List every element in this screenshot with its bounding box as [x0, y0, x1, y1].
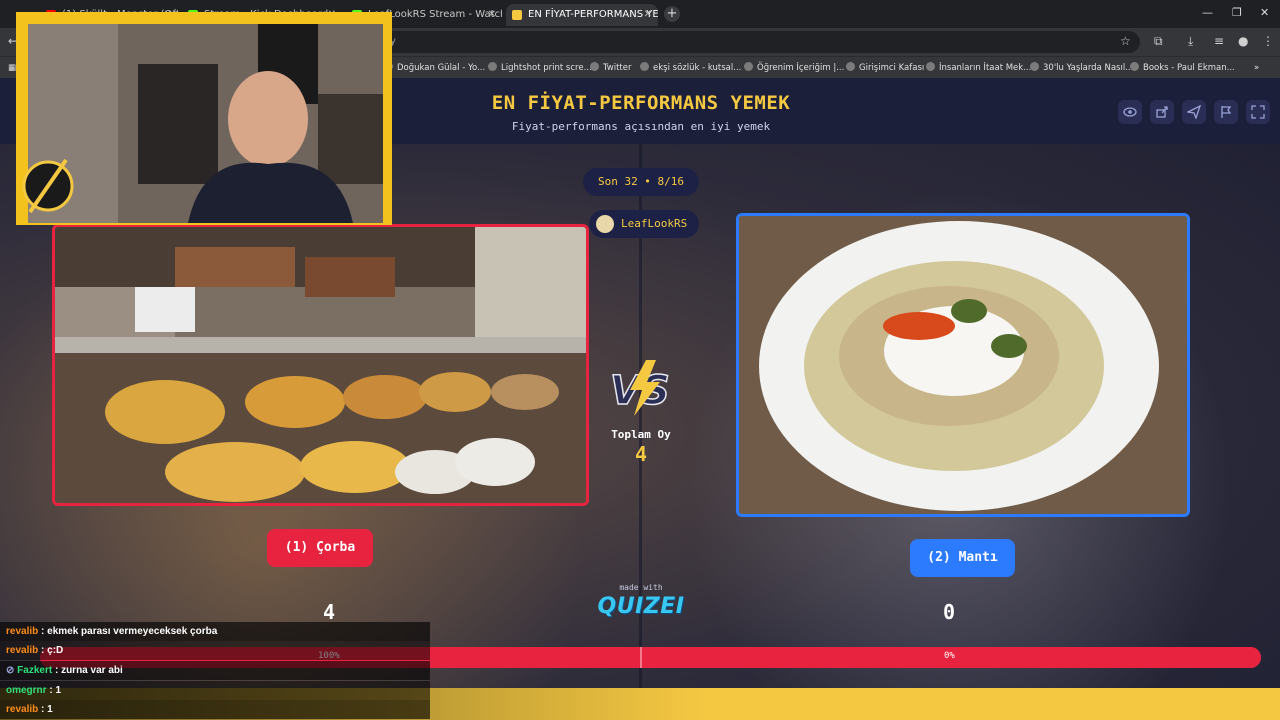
chat-message: omegrnr : 1: [0, 681, 430, 700]
quizei-logo[interactable]: QUIZEI: [590, 594, 692, 619]
bookmark-item[interactable]: Girişimci Kafası: [846, 60, 924, 76]
tab-label: EN FİYAT-PERFORMANS YEMEK: [528, 9, 658, 20]
option-right-image[interactable]: [736, 213, 1190, 517]
bookmark-icon: [640, 62, 649, 71]
close-window-icon[interactable]: ✕: [1260, 6, 1269, 19]
eye-button[interactable]: [1118, 100, 1142, 124]
close-icon[interactable]: ✕: [644, 4, 652, 26]
send-icon: [1187, 105, 1201, 119]
star-icon[interactable]: ☆: [1120, 34, 1131, 48]
chat-username[interactable]: Fazkert: [17, 665, 52, 676]
bookmark-item[interactable]: Lightshot print scre...: [488, 60, 592, 76]
vote-option-right-button[interactable]: (2) Mantı: [910, 539, 1015, 577]
minimize-icon[interactable]: —: [1202, 6, 1213, 19]
chat-message: revalib : 1: [0, 700, 430, 719]
flag-icon: [1221, 106, 1232, 118]
right-vote-count: 0: [943, 600, 956, 624]
avatar: [596, 215, 614, 233]
chat-message: revalib : ekmek parası vermeyeceksek çor…: [0, 622, 430, 641]
chat-message: ⊘ Fazkert : zurna var abi: [0, 661, 430, 680]
bookmark-item[interactable]: 30'lu Yaşlarda Nasıl...: [1030, 60, 1133, 76]
progress-divider: [640, 647, 642, 668]
bookmark-icon: [590, 62, 599, 71]
round-badge: Son 32 • 8/16: [583, 168, 699, 196]
bookmark-item[interactable]: İnsanların İtaat Mek...: [926, 60, 1031, 76]
chat-text: : zurna var abi: [52, 665, 123, 676]
username: LeafLookRS: [621, 217, 688, 230]
restaurant-image: [55, 227, 586, 503]
eye-icon: [1123, 107, 1137, 117]
stream-chat: revalib : ekmek parası vermeyeceksek çor…: [0, 622, 430, 720]
share-icon: [1156, 106, 1168, 118]
quizei-icon: [512, 10, 522, 20]
chat-username[interactable]: omegrnr: [6, 685, 47, 696]
flag-button[interactable]: [1214, 100, 1238, 124]
close-icon[interactable]: ✕: [488, 4, 496, 26]
chat-username[interactable]: revalib: [6, 645, 38, 656]
chat-text: : 1: [46, 685, 62, 696]
chat-text: : ç:D: [38, 645, 64, 656]
right-percent: 0%: [944, 651, 955, 661]
bookmark-icon: [926, 62, 935, 71]
bookmark-icon: [1030, 62, 1039, 71]
bookmark-item[interactable]: Twitter: [590, 60, 632, 76]
bookmark-icon: [488, 62, 497, 71]
maximize-icon[interactable]: ❐: [1232, 6, 1242, 19]
total-votes-value: 4: [634, 442, 648, 466]
share-button[interactable]: [1150, 100, 1174, 124]
channel-emblem-icon: [22, 158, 74, 214]
apps-icon[interactable]: ▦: [8, 60, 16, 76]
total-votes-label: Toplam Oy: [611, 428, 671, 441]
badge-icon: ⊘: [6, 665, 18, 676]
vs-icon: VS: [606, 358, 676, 418]
bookmark-icon: [1130, 62, 1139, 71]
menu-icon[interactable]: ⋮: [1262, 34, 1274, 48]
chat-message: revalib : ç:D: [0, 641, 430, 660]
chat-username[interactable]: revalib: [6, 626, 38, 637]
fullscreen-icon: [1251, 105, 1265, 119]
bookmark-item[interactable]: Doğukan Gülal - Yo...: [384, 60, 485, 76]
webcam-feed: [28, 24, 383, 223]
extensions-icon[interactable]: ⧉: [1154, 34, 1163, 49]
new-tab-button[interactable]: +: [664, 6, 680, 22]
profile-icon[interactable]: ●: [1238, 34, 1248, 48]
left-vote-count: 4: [323, 600, 336, 624]
tab-active[interactable]: EN FİYAT-PERFORMANS YEMEK ✕: [506, 4, 658, 26]
webcam-overlay: [16, 12, 392, 225]
address-bar[interactable]: y: [380, 31, 1140, 53]
chat-text: : ekmek parası vermeyeceksek çorba: [38, 626, 218, 637]
chat-username[interactable]: revalib: [6, 704, 38, 715]
media-icon[interactable]: ≡: [1214, 34, 1224, 48]
bookmark-item[interactable]: Öğrenim İçeriğim |...: [744, 60, 844, 76]
bookmark-icon: [744, 62, 753, 71]
option-left-image[interactable]: [52, 224, 589, 506]
made-with-label: made with: [619, 583, 663, 592]
bookmark-item[interactable]: Books - Paul Ekman...: [1130, 60, 1235, 76]
bookmark-icon: [846, 62, 855, 71]
download-icon[interactable]: ⤓: [1188, 34, 1193, 49]
send-button[interactable]: [1182, 100, 1206, 124]
manti-image: [739, 216, 1187, 514]
user-badge: LeafLookRS: [589, 210, 699, 238]
vote-option-left-button[interactable]: (1) Çorba: [267, 529, 373, 567]
chat-text: : 1: [38, 704, 53, 715]
more-bookmarks-icon[interactable]: »: [1254, 60, 1259, 76]
fullscreen-button[interactable]: [1246, 100, 1270, 124]
bookmark-item[interactable]: ekşi sözlük - kutsal...: [640, 60, 741, 76]
